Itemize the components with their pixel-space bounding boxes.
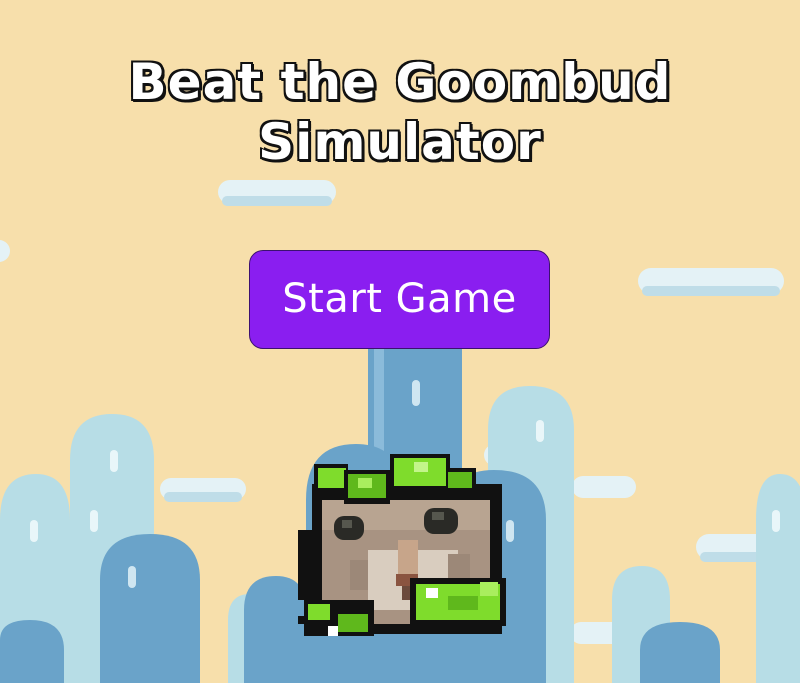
- cloud-icon: [160, 478, 246, 502]
- cloud-icon: [218, 180, 336, 206]
- cloud-icon: [0, 240, 10, 262]
- game-scene: Beat the Goombud Simulator Start Game: [0, 0, 800, 683]
- pipe-pillar-icon: [640, 622, 720, 683]
- start-game-button[interactable]: Start Game: [249, 250, 550, 349]
- title-line-2: Simulator: [257, 112, 542, 172]
- cloud-icon: [572, 476, 636, 498]
- cloud-icon: [638, 268, 784, 296]
- cat-face-with-leaves-sprite: [298, 454, 506, 636]
- title-line-1: Beat the Goombud: [128, 52, 672, 112]
- pipe-pillar-icon: [244, 576, 306, 683]
- player-sprite[interactable]: [298, 450, 510, 650]
- pipe-pillar-icon: [100, 534, 200, 683]
- game-title: Beat the Goombud Simulator: [0, 52, 800, 172]
- pipe-pillar-icon: [756, 474, 800, 683]
- pipe-pillar-icon: [0, 620, 64, 683]
